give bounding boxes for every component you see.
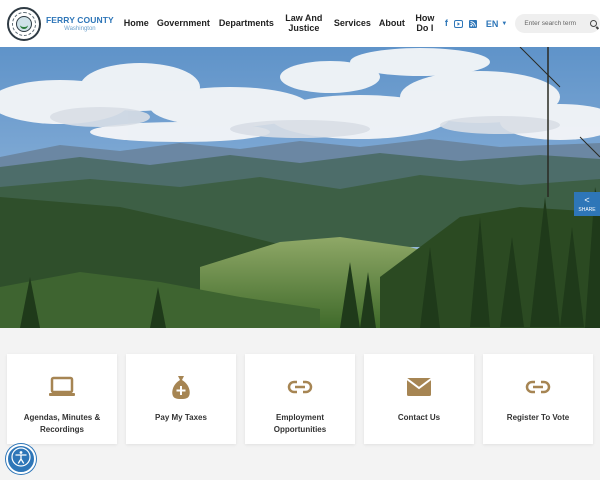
quick-link-contact[interactable]: Contact Us bbox=[364, 354, 474, 444]
nav-item-home[interactable]: Home bbox=[124, 18, 149, 29]
language-selector[interactable]: EN ▼ bbox=[486, 19, 507, 29]
share-icon: < bbox=[584, 194, 590, 205]
nav-item-government[interactable]: Government bbox=[157, 18, 210, 29]
site-header: FERRY COUNTY Washington Home Government … bbox=[0, 0, 600, 47]
home-logo-link[interactable]: FERRY COUNTY Washington bbox=[7, 6, 114, 41]
nav-item-departments[interactable]: Departments bbox=[219, 18, 274, 29]
quick-link-pay-taxes[interactable]: Pay My Taxes bbox=[126, 354, 236, 444]
envelope-icon bbox=[406, 374, 432, 400]
nav-item-law-and-justice[interactable]: Law And Justice bbox=[284, 13, 324, 33]
hero-landscape-image bbox=[0, 47, 600, 328]
brand: FERRY COUNTY Washington bbox=[46, 15, 114, 32]
youtube-icon[interactable] bbox=[453, 15, 463, 33]
link-icon bbox=[287, 374, 313, 400]
quick-link-label: Contact Us bbox=[397, 413, 441, 422]
share-label: SHARE bbox=[578, 206, 596, 213]
nav-item-how-do-i[interactable]: How Do I bbox=[413, 13, 437, 33]
link-icon bbox=[525, 374, 551, 400]
search-input[interactable] bbox=[524, 20, 585, 27]
quick-link-register-vote[interactable]: Register To Vote bbox=[483, 354, 593, 444]
chevron-down-icon: ▼ bbox=[501, 20, 508, 27]
brand-name: FERRY COUNTY bbox=[46, 15, 114, 25]
social-links: f bbox=[445, 15, 477, 33]
share-button[interactable]: < SHARE bbox=[574, 192, 600, 216]
county-seal-logo bbox=[7, 6, 41, 41]
quick-link-agendas[interactable]: Agendas, Minutes & Recordings bbox=[7, 354, 117, 444]
money-bag-icon bbox=[170, 374, 192, 400]
quick-link-employment[interactable]: Employment Opportunities bbox=[245, 354, 355, 444]
quick-link-label: Register To Vote bbox=[506, 413, 570, 422]
language-value: EN bbox=[485, 18, 499, 29]
facebook-icon[interactable]: f bbox=[445, 19, 448, 28]
accessibility-button[interactable] bbox=[6, 444, 36, 474]
brand-subtitle: Washington bbox=[64, 26, 96, 32]
nav-item-about[interactable]: About bbox=[379, 18, 405, 29]
quick-link-label: Pay My Taxes bbox=[155, 413, 207, 422]
search-icon[interactable] bbox=[590, 20, 598, 27]
rss-icon[interactable] bbox=[468, 15, 477, 33]
quick-link-label: Employment Opportunities bbox=[273, 413, 327, 434]
search-box bbox=[515, 14, 600, 33]
main-nav: Home Government Departments Law And Just… bbox=[119, 13, 437, 33]
quick-links: Agendas, Minutes & Recordings Pay My Tax… bbox=[0, 328, 600, 480]
hero-banner: < SHARE bbox=[0, 47, 600, 328]
quick-link-label: Agendas, Minutes & Recordings bbox=[23, 413, 101, 434]
laptop-icon bbox=[48, 374, 76, 400]
nav-item-services[interactable]: Services bbox=[334, 18, 371, 29]
accessibility-icon bbox=[11, 446, 31, 472]
